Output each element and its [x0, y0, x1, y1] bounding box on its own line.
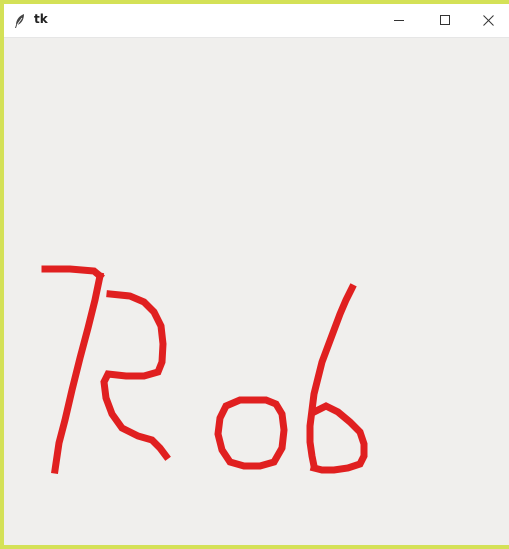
stroke-r-stem [51, 271, 105, 474]
stroke-b-bowl [309, 402, 368, 474]
maximize-button[interactable] [422, 4, 468, 37]
close-icon [483, 15, 494, 26]
feather-icon [15, 14, 24, 28]
stroke-o [214, 396, 288, 470]
handwritten-drawing [41, 265, 368, 474]
minimize-button[interactable] [376, 4, 422, 37]
window-title: tk [34, 12, 48, 26]
stroke-r-top [41, 265, 105, 281]
stroke-r-bowl [100, 290, 171, 461]
drawing-canvas[interactable] [4, 38, 509, 545]
maximize-icon [439, 15, 450, 25]
close-button[interactable] [468, 4, 509, 37]
tk-window: tk [4, 4, 509, 545]
title-bar[interactable]: tk [4, 4, 509, 38]
stroke-b-stem [306, 283, 357, 471]
minimize-icon [393, 20, 404, 21]
